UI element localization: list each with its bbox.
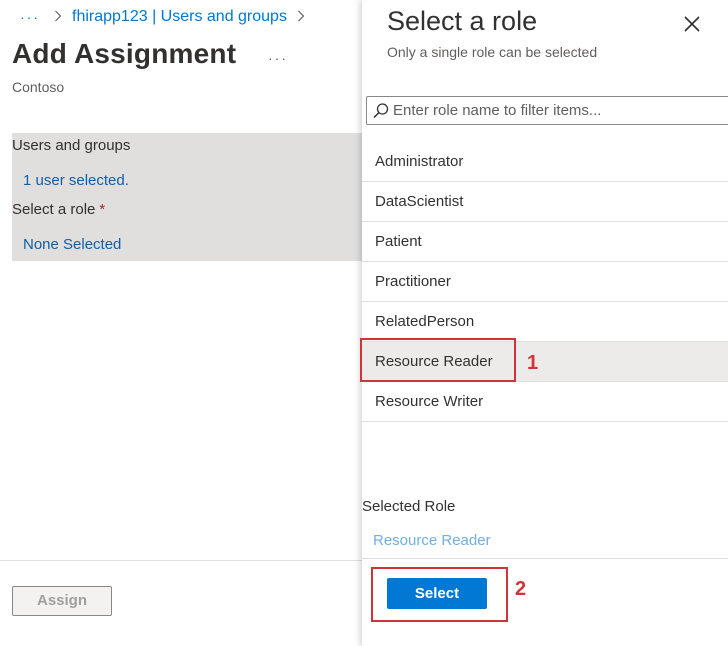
- callout-number-2: 2: [515, 578, 527, 600]
- selected-role-label: Selected Role: [362, 498, 456, 515]
- select-role-panel: Select a role Only a single role can be …: [362, 0, 728, 646]
- page-subtitle: Contoso: [12, 79, 65, 95]
- role-item-datascientist[interactable]: DataScientist: [362, 182, 728, 222]
- users-and-groups-label: Users and groups: [12, 137, 131, 154]
- close-icon[interactable]: [680, 12, 704, 36]
- role-item-practitioner[interactable]: Practitioner: [362, 262, 728, 302]
- select-role-label: Select a role *: [12, 201, 105, 218]
- required-marker: *: [99, 201, 106, 218]
- breadcrumb-more-button[interactable]: ···: [20, 9, 40, 25]
- assignment-form: Users and groups 1 user selected. Select…: [12, 133, 362, 261]
- breadcrumb-link-users-and-groups[interactable]: fhirapp123 | Users and groups: [72, 8, 287, 26]
- users-selected-link[interactable]: 1 user selected.: [23, 172, 129, 189]
- role-item-resource-writer[interactable]: Resource Writer: [362, 382, 728, 422]
- chevron-right-icon: [54, 9, 62, 25]
- callout-box-2: [371, 567, 508, 622]
- more-options-button[interactable]: ···: [268, 50, 288, 66]
- page-title: Add Assignment: [12, 38, 237, 69]
- callout-box-1: [360, 338, 516, 382]
- panel-footer-divider: [362, 558, 728, 559]
- add-assignment-blade: ··· fhirapp123 | Users and groups Add As…: [0, 0, 362, 646]
- role-search-box: [366, 96, 728, 125]
- role-none-selected-link[interactable]: None Selected: [23, 236, 121, 253]
- role-item-administrator[interactable]: Administrator: [362, 142, 728, 182]
- role-search-input[interactable]: [393, 99, 723, 122]
- callout-number-1: 1: [527, 352, 539, 374]
- role-item-relatedperson[interactable]: RelatedPerson: [362, 302, 728, 342]
- chevron-right-icon: [297, 9, 305, 25]
- role-item-patient[interactable]: Patient: [362, 222, 728, 262]
- select-role-label-text: Select a role: [12, 201, 96, 218]
- assign-button[interactable]: Assign: [12, 586, 112, 616]
- breadcrumb: ··· fhirapp123 | Users and groups: [20, 7, 305, 27]
- panel-subtitle: Only a single role can be selected: [387, 44, 598, 60]
- panel-title: Select a role: [387, 6, 538, 36]
- footer-divider: [0, 560, 362, 561]
- selected-role-value: Resource Reader: [373, 532, 491, 549]
- search-icon: [372, 102, 390, 120]
